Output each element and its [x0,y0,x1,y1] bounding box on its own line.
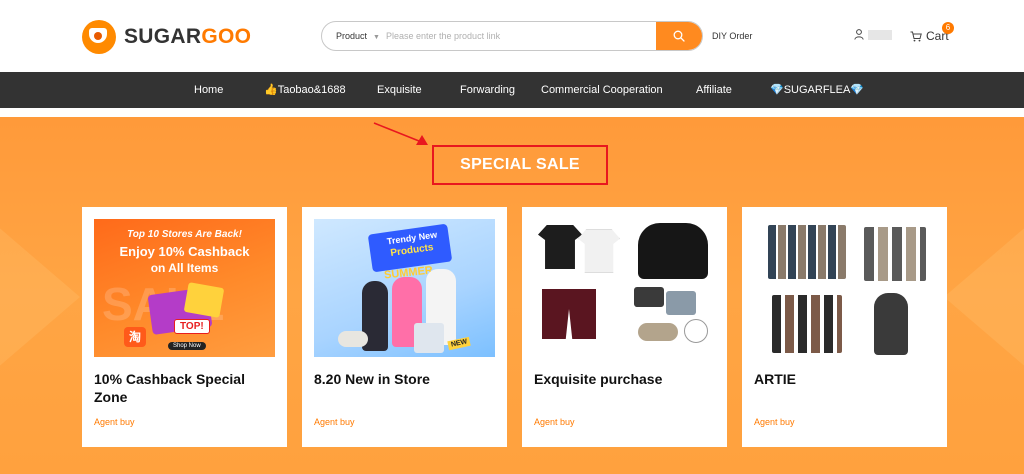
shoe-graphic [338,331,368,347]
product-models-group [864,227,926,281]
promo-card-exquisite[interactable]: Exquisite purchase Agent buy [522,207,727,447]
search-category-select[interactable]: Product ▼ [336,22,380,50]
card-title: Exquisite purchase [534,371,663,387]
banner-top-tag: TOP! [174,319,210,334]
sugargoo-logo[interactable]: SUGARGOO [82,20,251,54]
search-icon [673,30,685,42]
special-sale-section: SPECIAL SALE SALE Top 10 Stores Are Back… [0,117,1024,474]
nav-item-taobao-1688[interactable]: 👍Taobao&1688 [264,72,346,108]
nav-item-affiliate[interactable]: Affiliate [696,72,732,108]
tshirt-graphic [414,323,444,353]
special-sale-title: SPECIAL SALE [432,145,608,185]
nav-item-sugarflea[interactable]: 💎SUGARFLEA💎 [770,72,864,108]
nav-item-forwarding[interactable]: Forwarding [460,72,515,108]
decorative-shape-left [0,177,80,417]
banner-headline-1: Top 10 Stores Are Back! [127,229,242,240]
card-title: 8.20 New in Store [314,371,430,387]
promo-card-new-in-store[interactable]: Trendy New Products SUMMER NEW 8.20 New … [302,207,507,447]
user-icon [854,29,864,40]
product-models-row [772,295,842,353]
banner-tao-badge: 淘 [124,327,146,347]
username-redacted [868,29,892,40]
product-necklace [684,319,708,343]
banner-headline-3: on All Items [150,261,219,275]
banner-headline-2: Enjoy 10% Cashback [119,244,250,259]
chevron-down-icon: ▼ [373,34,380,41]
agent-buy-link[interactable]: Agent buy [94,417,135,427]
product-sandals [638,323,678,341]
nav-item-exquisite[interactable]: Exquisite [377,72,422,108]
banner-shop-now-button: Shop Now [168,342,206,350]
agent-buy-link[interactable]: Agent buy [754,417,795,427]
product-shorts-burgundy [542,289,596,339]
card-title: 10% Cashback Special Zone [94,371,245,405]
agent-buy-link[interactable]: Agent buy [314,417,355,427]
card-image-new-in-store: Trendy New Products SUMMER NEW [314,219,495,357]
user-account[interactable] [854,29,892,40]
nav-item-commercial-cooperation[interactable]: Commercial Cooperation [541,72,663,108]
logo-text-sugar: SUGAR [124,25,202,48]
product-hoodie-black [638,223,708,279]
search-bar: Product ▼ [321,21,703,51]
diy-order-link[interactable]: DIY Order [712,31,752,41]
product-model-single [874,293,908,355]
nav-item-home[interactable]: Home [194,72,223,108]
search-category-label: Product [336,31,368,41]
product-tracksuit-row [768,225,846,279]
search-input[interactable] [386,22,656,50]
cart-count-badge: 6 [942,22,954,34]
logo-text-goo: GOO [201,25,252,48]
product-outfit-set-2 [666,291,696,315]
card-image-artie [754,219,935,357]
promo-card-cashback[interactable]: SALE Top 10 Stores Are Back! Enjoy 10% C… [82,207,287,447]
product-outfit-set [634,287,664,307]
product-tshirt-white [578,229,620,273]
card-title: ARTIE [754,371,796,387]
gift-box-graphic-2 [183,282,225,318]
logo-icon [82,20,116,54]
card-image-cashback: SALE Top 10 Stores Are Back! Enjoy 10% C… [94,219,275,357]
annotation-arrow-icon [373,122,428,145]
cart-link[interactable]: Cart 6 [910,22,954,43]
cart-icon [910,31,922,41]
agent-buy-link[interactable]: Agent buy [534,417,575,427]
decorative-shape-right [944,177,1024,417]
product-tshirt-black [538,225,582,269]
site-header: SUGARGOO Product ▼ DIY Order Cart 6 [0,0,1024,72]
search-button[interactable] [656,22,702,50]
card-image-exquisite [534,219,715,357]
main-nav: Home 👍Taobao&1688 Exquisite Forwarding C… [0,72,1024,108]
promo-card-artie[interactable]: ARTIE Agent buy [742,207,947,447]
